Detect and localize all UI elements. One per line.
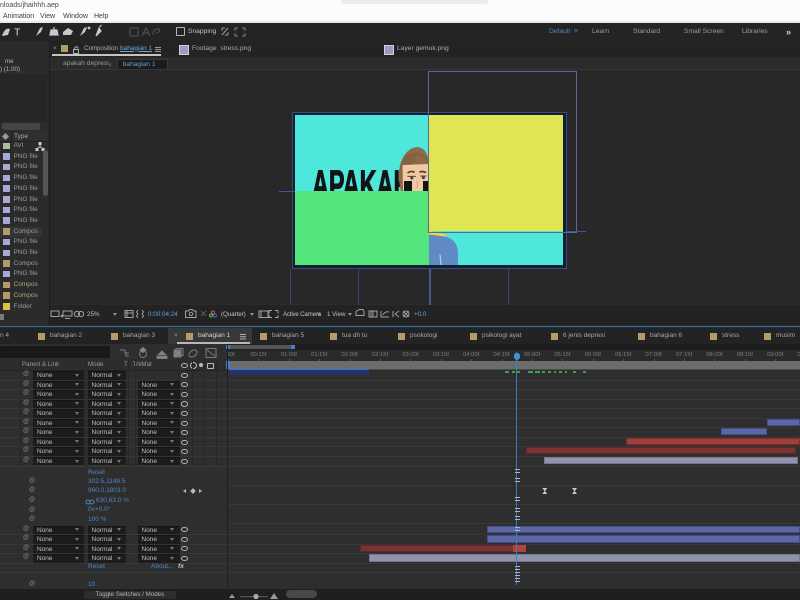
svg-text:T: T (14, 26, 21, 38)
